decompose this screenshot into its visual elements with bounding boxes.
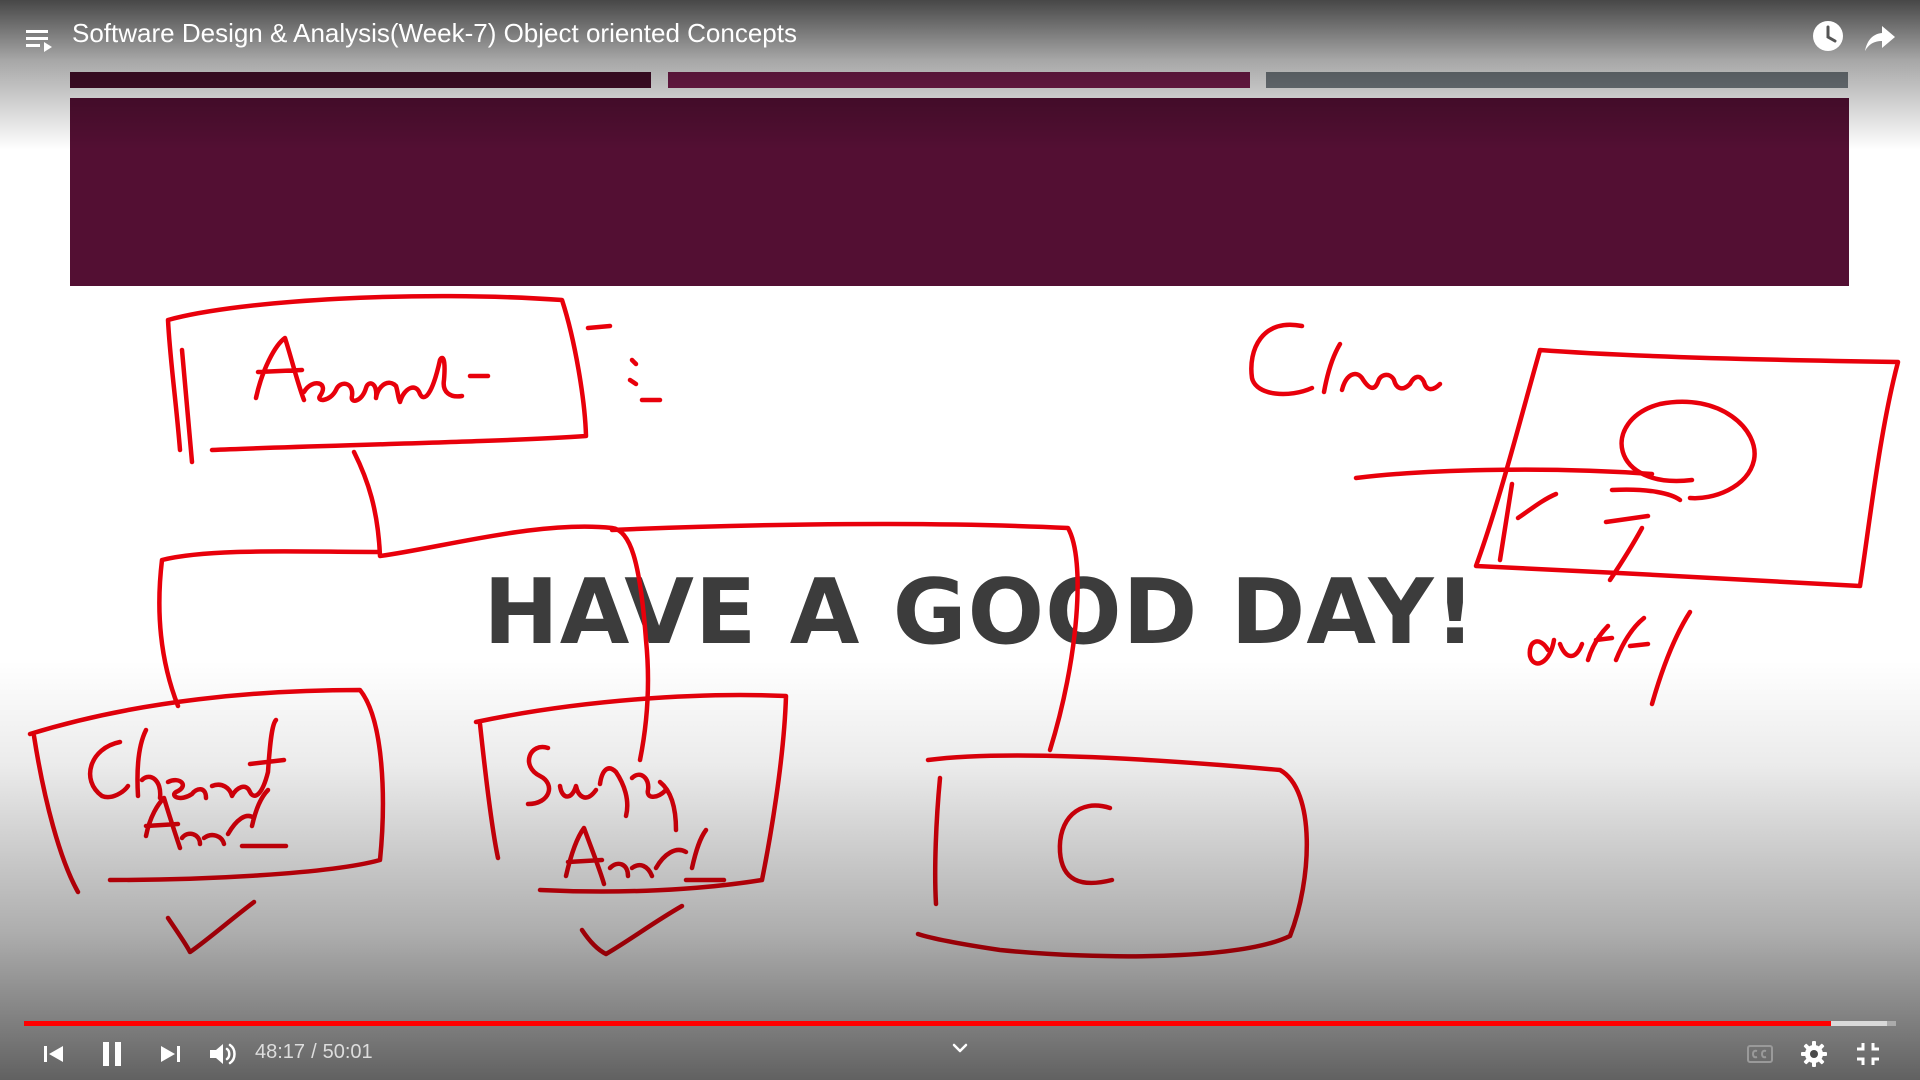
pause-button[interactable]: [94, 1036, 130, 1072]
class-underline-stroke: [1649, 609, 1693, 707]
account-dots: [585, 323, 663, 403]
saving-account-box-left-stroke: [477, 721, 501, 861]
client-account-box-sketch: [27, 687, 386, 883]
class-scribble: [1249, 322, 1443, 397]
account-box-sketch: [165, 293, 589, 453]
share-arrow-icon: [1865, 26, 1895, 51]
more-videos-toggle[interactable]: [946, 1034, 974, 1062]
watch-later-button[interactable]: [1810, 18, 1846, 54]
time-separator: /: [311, 1041, 317, 1063]
account-box-inner-stroke: [179, 347, 195, 465]
playlist-button[interactable]: [22, 22, 58, 58]
next-button[interactable]: [152, 1036, 188, 1072]
volume-button[interactable]: [204, 1036, 240, 1072]
skip-next-icon: [161, 1046, 180, 1062]
chevron-down-icon: [952, 1043, 968, 1053]
progress-played: [24, 1021, 1832, 1026]
video-player[interactable]: HAVE A GOOD DAY! Software Design & Analy…: [0, 0, 1920, 1080]
handwritten-annotations: [27, 293, 1901, 959]
current-time: 48:17: [255, 1041, 306, 1063]
captions-button[interactable]: [1742, 1036, 1778, 1072]
exit-fullscreen-button[interactable]: [1850, 1036, 1886, 1072]
video-title[interactable]: Software Design & Analysis(Week-7) Objec…: [72, 18, 797, 49]
skip-previous-icon: [44, 1046, 63, 1062]
captions-icon: [1747, 1045, 1773, 1063]
playlist-icon: [26, 30, 52, 52]
settings-button[interactable]: [1796, 1036, 1832, 1072]
c-letter: [1057, 803, 1115, 886]
client-account-scribble: [87, 717, 289, 851]
client-account-box-left-stroke: [31, 733, 81, 895]
share-button[interactable]: [1862, 20, 1898, 56]
time-display: 48:17/50:01: [255, 1041, 373, 1064]
c-box-sketch: [915, 753, 1309, 959]
clock-icon: [1813, 21, 1843, 51]
class-circle-sketch: [1619, 399, 1757, 501]
player-top-bar: Software Design & Analysis(Week-7) Objec…: [0, 0, 1920, 72]
tree-connector: [351, 449, 651, 763]
saving-checkmark: [579, 903, 685, 957]
previous-button[interactable]: [36, 1036, 72, 1072]
object-scribble: [1527, 615, 1651, 666]
pause-icon: [103, 1042, 121, 1066]
player-controls: 48:17/50:01: [0, 1030, 1920, 1076]
volume-icon: [210, 1043, 236, 1065]
exit-fullscreen-icon: [1857, 1043, 1879, 1065]
progress-bar[interactable]: [24, 1018, 1896, 1030]
saving-account-scribble: [525, 744, 727, 887]
account-scribble: [253, 335, 491, 405]
right-branch-connector: [609, 521, 1080, 753]
duration: 50:01: [322, 1041, 373, 1063]
class-detail-strokes: [1497, 481, 1683, 583]
left-branch-connector: [157, 549, 381, 709]
client-checkmark: [165, 899, 257, 955]
gear-icon: [1801, 1041, 1827, 1067]
c-box-left-stroke: [932, 775, 943, 907]
saving-account-box-sketch: [473, 692, 789, 894]
